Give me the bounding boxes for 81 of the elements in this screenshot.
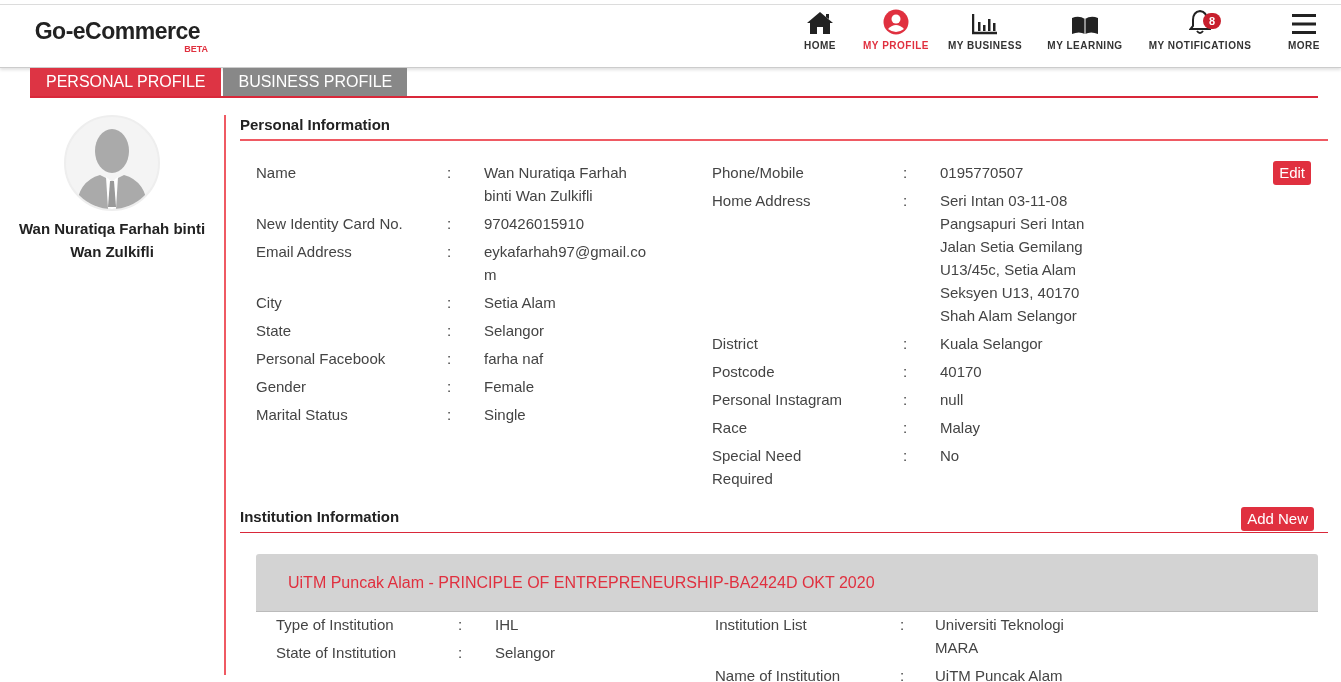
- field-label: Phone/Mobile: [712, 163, 804, 183]
- field-label: Type of Institution: [276, 615, 394, 635]
- field-value: 970426015910: [484, 214, 586, 234]
- bar-chart-icon: [972, 13, 998, 35]
- colon: :: [447, 243, 452, 260]
- field-value: No: [940, 446, 961, 466]
- notification-badge: 8: [1203, 13, 1222, 29]
- colon: :: [447, 350, 452, 367]
- field-value: Wan Nuratiqa Farhah binti Wan Zulkifli: [484, 163, 628, 206]
- section-title: Personal Information: [240, 114, 391, 135]
- colon: :: [447, 378, 452, 395]
- field-value: null: [940, 390, 965, 410]
- colon: :: [447, 406, 452, 423]
- field-value: Universiti Teknologi MARA: [935, 615, 1065, 658]
- section-title: Institution Information: [240, 506, 400, 527]
- field-label: Name of Institution: [715, 666, 841, 682]
- field-label: Postcode: [712, 362, 775, 382]
- field-label: State: [256, 321, 292, 341]
- field-label: Personal Instagram: [712, 390, 843, 410]
- nav-item[interactable]: MY BUSINESS: [947, 40, 1023, 52]
- user-icon: [883, 9, 909, 35]
- field-label: City: [256, 293, 282, 313]
- field-label: Special Need Required: [712, 446, 803, 489]
- add-new-button[interactable]: Add New: [1241, 507, 1314, 531]
- menu-icon: [1292, 13, 1316, 35]
- home-icon: [806, 11, 834, 35]
- field-value: Female: [484, 377, 536, 397]
- field-value: Kuala Selangor: [940, 334, 1044, 354]
- logo[interactable]: Go-eCommerce: [34, 18, 200, 44]
- edit-button[interactable]: Edit: [1273, 161, 1311, 185]
- field-label: District: [712, 334, 758, 354]
- field-label: New Identity Card No.: [256, 214, 403, 234]
- colon: :: [903, 447, 908, 464]
- field-value: Selangor: [484, 321, 546, 341]
- field-label: Email Address: [256, 242, 352, 262]
- bell-icon: [1189, 9, 1211, 35]
- tab[interactable]: PERSONAL PROFILE: [30, 68, 222, 96]
- colon: :: [458, 616, 463, 633]
- nav-item[interactable]: MY NOTIFICATIONS: [1148, 40, 1252, 52]
- field-value: IHL: [495, 615, 520, 635]
- colon: :: [900, 667, 905, 682]
- field-value: Setia Alam: [484, 293, 557, 313]
- field-value: Malay: [940, 418, 981, 438]
- card-title[interactable]: UiTM Puncak Alam - PRINCIPLE OF ENTREPRENEURSHIP-BA2424D OKT 2020: [288, 570, 875, 595]
- field-label: Institution List: [715, 615, 807, 635]
- field-value: Single: [484, 405, 527, 425]
- colon: :: [903, 363, 908, 380]
- nav-item[interactable]: MY PROFILE: [863, 40, 929, 52]
- field-label: Home Address: [712, 191, 811, 211]
- nav-item[interactable]: MORE: [1288, 40, 1320, 52]
- field-value: Selangor: [495, 643, 557, 663]
- colon: :: [458, 644, 463, 661]
- colon: :: [447, 164, 452, 181]
- field-label: Name: [256, 163, 296, 183]
- field-label: State of Institution: [276, 643, 397, 663]
- profile-name: Wan Nuratiqa Farhah binti Wan Zulkifli: [17, 219, 207, 262]
- colon: :: [447, 294, 452, 311]
- field-value: 0195770507: [940, 163, 1025, 183]
- field-label: Marital Status: [256, 405, 348, 425]
- colon: :: [903, 335, 908, 352]
- field-label: Gender: [256, 377, 307, 397]
- field-value: Seri Intan 03-11-08 Pangsapuri Seri Intan Jalan Setia Gemilang U13/45c, Setia Alam Seksyen U13, 40170 Shah Alam Selangor: [940, 191, 1086, 326]
- nav-item[interactable]: MY LEARNING: [1047, 40, 1123, 52]
- colon: :: [447, 322, 452, 339]
- colon: :: [903, 192, 908, 209]
- field-value: farha naf: [484, 349, 545, 369]
- colon: :: [903, 391, 908, 408]
- field-label: Personal Facebook: [256, 349, 386, 369]
- book-icon: [1071, 15, 1099, 35]
- colon: :: [903, 164, 908, 181]
- nav-item[interactable]: HOME: [804, 40, 836, 52]
- colon: :: [900, 616, 905, 633]
- colon: :: [903, 419, 908, 436]
- field-value: eykafarhah97@gmail.com: [484, 242, 647, 285]
- colon: :: [447, 215, 452, 232]
- tab[interactable]: BUSINESS PROFILE: [223, 68, 408, 96]
- field-value: 40170: [940, 362, 983, 382]
- beta-label: BETA: [184, 44, 208, 54]
- field-value: UiTM Puncak Alam: [935, 666, 1064, 682]
- card-header[interactable]: UiTM Puncak Alam - PRINCIPLE OF ENTREPRENEURSHIP-BA2424D OKT 2020: [256, 554, 1318, 612]
- field-label: Race: [712, 418, 748, 438]
